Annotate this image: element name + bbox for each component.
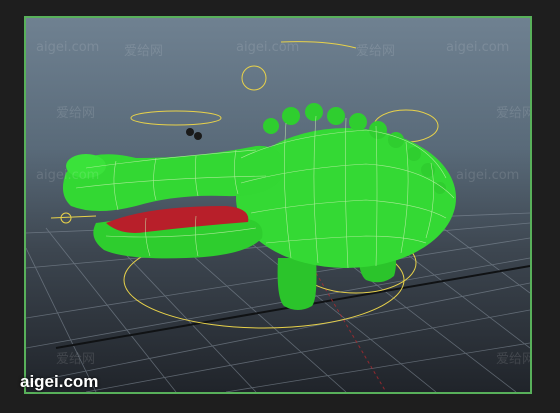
3d-viewport[interactable]: aigei.com 爱给网 aigei.com 爱给网 aigei.com 爱给… xyxy=(24,16,532,394)
viewport-scene xyxy=(26,41,530,392)
brand-watermark: aigei.com xyxy=(20,372,99,391)
app-frame: aigei.com 爱给网 aigei.com 爱给网 aigei.com 爱给… xyxy=(0,0,560,413)
crocodile-model[interactable] xyxy=(62,103,456,310)
